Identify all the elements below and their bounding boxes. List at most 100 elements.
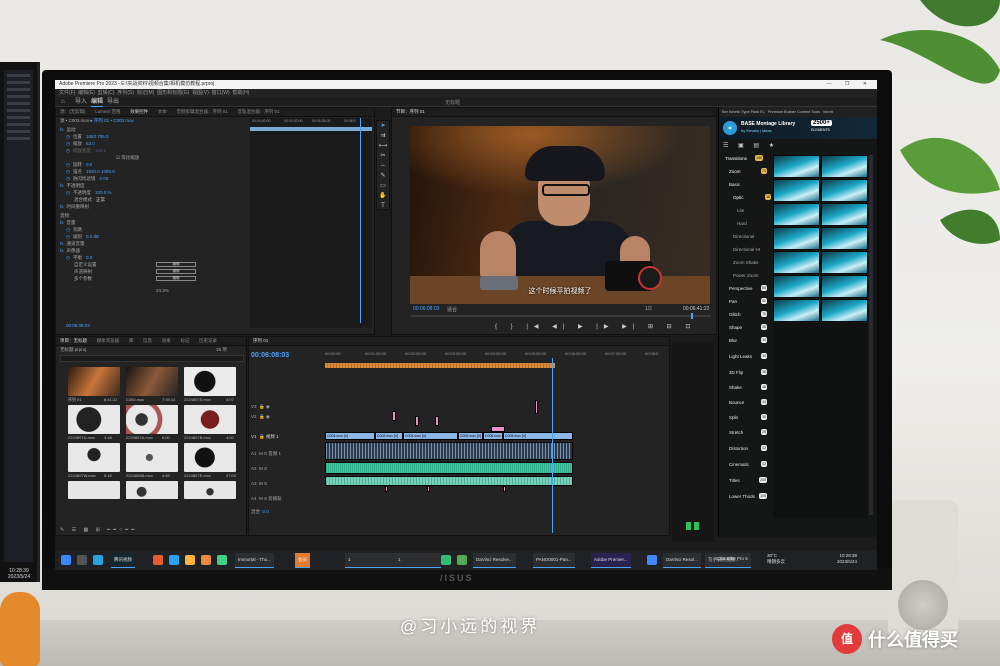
clip[interactable]	[427, 486, 430, 492]
tab-montt[interactable]: Montt	[823, 110, 833, 114]
category-item[interactable]: 3D Flip 36	[729, 367, 767, 379]
app-icon[interactable]	[457, 555, 467, 565]
category-item[interactable]: Cinematic 42	[729, 459, 767, 471]
base-toolbar-icons[interactable]: ☰ ▣ ▤ ★	[723, 142, 778, 149]
thumbnail[interactable]	[184, 367, 236, 396]
ec-row[interactable]: 音频	[60, 213, 69, 219]
edge-icon[interactable]	[93, 555, 103, 565]
transition-preview[interactable]	[773, 155, 820, 178]
taskbar-app[interactable]: DaVinci Resol...	[663, 553, 701, 568]
transition-preview[interactable]	[773, 179, 820, 202]
thumbnail[interactable]	[68, 481, 120, 499]
pen-icon[interactable]: ✎	[377, 171, 389, 181]
track-header-v3[interactable]: V3 🔒 ◉	[251, 403, 321, 411]
edit-button[interactable]: 编辑	[156, 262, 196, 267]
home-icon[interactable]: ⌂	[61, 98, 65, 106]
work-area-bar[interactable]	[325, 363, 555, 368]
category-item[interactable]: Lite	[737, 205, 773, 217]
search-icon[interactable]	[77, 555, 87, 565]
tab-audio-clip-mixer[interactable]: 音频剪辑混合器：序列 01	[172, 108, 231, 116]
category-item[interactable]: Hard	[737, 218, 773, 230]
tab-premium-builder[interactable]: Premium Builder Content Tools	[768, 110, 820, 114]
tab-source[interactable]: 源：(无剪辑)	[56, 108, 90, 116]
thumbnail[interactable]	[68, 405, 120, 434]
category-item[interactable]: Shape 25	[729, 322, 767, 334]
project-search-input[interactable]	[60, 355, 244, 362]
edit-button[interactable]: 编辑	[156, 269, 196, 274]
tab-kinetic-type[interactable]: Ber Kinetic Type Pack EL	[722, 110, 765, 114]
ec-row[interactable]: ◷ 位置 1653 705.0	[66, 134, 108, 140]
ec-row[interactable]: ◷ 锚点 1920.0 1080.0	[66, 169, 115, 175]
app-icon[interactable]	[153, 555, 163, 565]
menu-file[interactable]: 文件(F)	[59, 90, 75, 96]
workspace-edit[interactable]: 编辑	[91, 98, 104, 107]
track-header-a4[interactable]: A4 M S 旁路轨	[251, 495, 321, 503]
ec-row[interactable]: ◷ 级别 0.0 dB	[66, 234, 99, 240]
category-item[interactable]: Optic 18	[733, 192, 771, 204]
playback-resolution[interactable]: 1/2	[645, 306, 652, 312]
ec-row[interactable]: ◷ 旋转 0.0	[66, 162, 92, 168]
type-icon[interactable]: T	[377, 201, 389, 211]
ec-row[interactable]: ◷ 不透明度 100.0 %	[66, 190, 111, 196]
weather-widget[interactable]: 30°C 晴朗多云	[767, 553, 785, 565]
app-icon[interactable]	[647, 555, 657, 565]
track-header-mix[interactable]: 混合 0.0	[251, 508, 321, 516]
transition-preview[interactable]	[821, 275, 868, 298]
project-footer-tools[interactable]: ✎ ☰ ▦ ⊞ ━━○━━	[60, 527, 137, 533]
clip[interactable]	[535, 400, 538, 414]
tab-program[interactable]: 节目：序列 01	[392, 108, 429, 116]
transition-preview[interactable]	[821, 155, 868, 178]
thumbnail[interactable]	[126, 367, 178, 396]
clip[interactable]	[503, 486, 506, 492]
ec-row[interactable]: 混合模式 正常	[74, 197, 105, 203]
tab-markers[interactable]: 标记	[176, 337, 193, 345]
category-item[interactable]: Bounce 24	[729, 397, 767, 409]
fit-dropdown[interactable]: 适合	[447, 306, 457, 313]
menu-edit[interactable]: 编辑(E)	[78, 90, 95, 96]
category-item[interactable]: Stretch 29	[729, 427, 767, 439]
tab-info[interactable]: 信息	[139, 337, 156, 345]
category-item[interactable]: Power Zoom	[733, 270, 769, 282]
taskbar-app[interactable]: Adobe Premier...	[591, 553, 631, 568]
tab-history[interactable]: 历史记录	[195, 337, 221, 345]
app-icon[interactable]	[441, 555, 451, 565]
clip[interactable]: C003.mov [V]	[325, 432, 375, 440]
tab-text[interactable]: 文本	[154, 108, 171, 116]
taskbar-app[interactable]: 会员	[295, 553, 310, 568]
menu-window[interactable]: 窗口(W)	[212, 90, 230, 96]
taskbar-app[interactable]: PANO0001-Pan...	[533, 553, 575, 568]
clip[interactable]: C002.mov [V]	[375, 432, 403, 440]
system-clock[interactable]: 10:28:39 2023/5/24	[837, 553, 857, 565]
tab-lumetri-scopes[interactable]: Lumetri 范围	[91, 108, 124, 116]
category-item[interactable]: Titles 200	[729, 475, 767, 487]
thumbnail[interactable]	[184, 405, 236, 434]
hand-icon[interactable]: ✋	[377, 191, 389, 201]
workspace-export[interactable]: 导出	[107, 98, 119, 106]
clip[interactable]	[392, 411, 396, 421]
transition-preview[interactable]	[773, 251, 820, 274]
category-item[interactable]: Lower Thirds 100	[729, 491, 767, 503]
tab-effects[interactable]: 效果	[158, 337, 175, 345]
transition-preview[interactable]	[821, 227, 868, 250]
transition-preview[interactable]	[773, 203, 820, 226]
category-item[interactable]: Directional HI	[733, 244, 769, 256]
ec-row[interactable]: ◷ 旁路	[66, 227, 82, 233]
category-item[interactable]: Blur 34	[729, 335, 767, 347]
tab-sequence[interactable]: 序列 01	[249, 337, 272, 345]
audio-clip-a1[interactable]	[325, 442, 573, 460]
ec-row[interactable]: fx 通道音量	[60, 241, 85, 247]
transition-preview[interactable]	[821, 179, 868, 202]
transport-controls[interactable]: { } |◀ ◀| ▶ |▶ ▶| ⊞ ⊟ ⊡	[495, 323, 696, 331]
taskbar-app[interactable]: Immortal - Tho...	[235, 553, 274, 568]
chrome-icon[interactable]	[185, 555, 195, 565]
taskbar-app[interactable]: 腾讯视频	[111, 553, 135, 568]
taskbar-app[interactable]: 1	[395, 553, 441, 568]
category-item[interactable]: Basic	[729, 179, 765, 191]
clip[interactable]: C006.mov [V]	[483, 432, 503, 440]
category-item[interactable]: Directional	[733, 231, 769, 243]
ec-row[interactable]: fx 不透明度	[60, 183, 85, 189]
menu-sequence[interactable]: 序列(S)	[117, 90, 134, 96]
base-scrollbar[interactable]	[869, 155, 873, 515]
menu-graphics[interactable]: 图形和标题(G)	[157, 90, 189, 96]
rect-icon[interactable]: ▭	[377, 181, 389, 191]
